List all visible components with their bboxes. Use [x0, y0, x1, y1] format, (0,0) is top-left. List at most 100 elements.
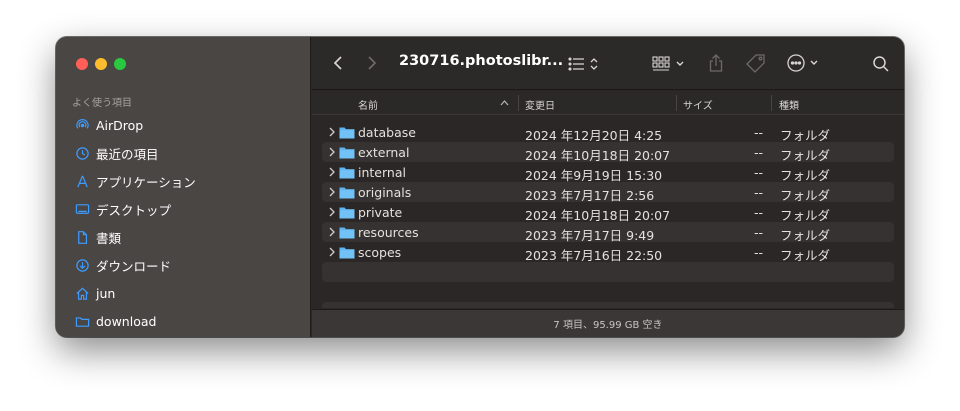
sidebar-item-label: jun — [96, 285, 116, 301]
share-icon — [709, 54, 723, 72]
column-divider — [676, 95, 677, 111]
file-name: private — [358, 205, 403, 220]
column-divider — [771, 95, 772, 111]
file-size: -- — [754, 165, 764, 180]
download-icon — [74, 257, 90, 273]
view-mode-button[interactable] — [568, 54, 604, 74]
finder-window: よく使う項目 AirDrop 最近の項目 アプリケーション デスクトップ 書類 … — [56, 37, 904, 337]
minimize-button[interactable] — [95, 58, 107, 70]
empty-row — [322, 302, 894, 308]
sidebar-item-airdrop[interactable]: AirDrop — [56, 111, 311, 139]
sidebar-item-home[interactable]: jun — [56, 279, 311, 307]
file-size: -- — [754, 225, 764, 240]
tag-button[interactable] — [744, 52, 768, 74]
file-name: database — [358, 125, 416, 140]
table-row[interactable]: private 2024 年10月18日 20:07 -- フォルダ — [322, 202, 894, 223]
zoom-button[interactable] — [114, 58, 126, 70]
sort-ascending-icon — [499, 97, 509, 107]
search-icon — [873, 56, 889, 72]
sidebar-section-favorites: よく使う項目 — [72, 98, 132, 109]
file-name: resources — [358, 225, 419, 240]
file-size: -- — [754, 145, 764, 160]
file-name: scopes — [358, 245, 402, 260]
column-date-header[interactable]: 変更日 — [525, 97, 555, 112]
grid-icon — [652, 56, 684, 71]
folder-icon — [339, 147, 355, 159]
home-icon — [74, 285, 90, 301]
disclosure-chevron-icon[interactable] — [327, 226, 337, 238]
file-name: internal — [358, 165, 406, 180]
file-name: external — [358, 145, 410, 160]
table-row[interactable]: resources 2023 年7月17日 9:49 -- フォルダ — [322, 222, 894, 243]
desktop-icon — [74, 201, 90, 217]
forward-button[interactable] — [364, 53, 380, 73]
clock-icon — [74, 145, 90, 161]
file-name: originals — [358, 185, 412, 200]
sidebar-item-label: アプリケーション — [96, 174, 196, 190]
file-size: -- — [754, 245, 764, 260]
sidebar-item-label: download — [96, 313, 157, 329]
close-button[interactable] — [76, 58, 88, 70]
folder-icon — [74, 313, 90, 329]
window-controls — [76, 58, 126, 70]
status-text: 7 項目、95.99 GB 空き — [553, 320, 663, 331]
action-menu-button[interactable] — [786, 52, 824, 74]
column-name-header[interactable]: 名前 — [358, 97, 378, 112]
folder-icon — [339, 127, 355, 139]
status-bar: 7 項目、95.99 GB 空き — [312, 309, 904, 337]
ellipsis-circle-icon — [787, 54, 818, 72]
column-divider — [518, 95, 519, 111]
empty-row — [322, 262, 894, 282]
share-button[interactable] — [706, 52, 726, 74]
sidebar-item-applications[interactable]: アプリケーション — [56, 167, 311, 195]
table-row[interactable]: external 2024 年10月18日 20:07 -- フォルダ — [322, 142, 894, 163]
folder-icon — [339, 227, 355, 239]
folder-icon — [339, 187, 355, 199]
document-icon — [74, 229, 90, 245]
airdrop-icon — [74, 117, 90, 133]
disclosure-chevron-icon[interactable] — [327, 146, 337, 158]
folder-icon — [339, 207, 355, 219]
sidebar-item-label: 書類 — [96, 230, 122, 246]
applications-icon — [74, 173, 90, 189]
sidebar: よく使う項目 AirDrop 最近の項目 アプリケーション デスクトップ 書類 … — [56, 37, 311, 337]
disclosure-chevron-icon[interactable] — [327, 166, 337, 178]
file-size: -- — [754, 125, 764, 140]
sidebar-item-label: AirDrop — [96, 117, 144, 133]
column-kind-header[interactable]: 種類 — [779, 97, 799, 112]
sidebar-item-recents[interactable]: 最近の項目 — [56, 139, 311, 167]
disclosure-chevron-icon[interactable] — [327, 206, 337, 218]
column-size-header[interactable]: サイズ — [683, 97, 713, 112]
sidebar-item-downloads[interactable]: ダウンロード — [56, 251, 311, 279]
chevron-left-icon — [333, 56, 342, 70]
file-date: 2023 年7月16日 22:50 — [525, 248, 663, 263]
folder-icon — [339, 247, 355, 259]
group-button[interactable] — [652, 54, 688, 74]
sidebar-item-documents[interactable]: 書類 — [56, 223, 311, 251]
file-list: database 2024 年12月20日 4:25 -- フォルダ exter… — [322, 122, 894, 282]
toolbar: 230716.photoslibr... — [312, 37, 904, 90]
sidebar-item-label: 最近の項目 — [96, 146, 159, 162]
file-size: -- — [754, 185, 764, 200]
chevron-right-icon — [368, 56, 377, 70]
table-row[interactable]: originals 2023 年7月17日 2:56 -- フォルダ — [322, 182, 894, 203]
column-header: 名前 変更日 サイズ 種類 — [312, 91, 904, 115]
sidebar-list: AirDrop 最近の項目 アプリケーション デスクトップ 書類 ダウンロード … — [56, 111, 311, 335]
sidebar-item-label: デスクトップ — [96, 202, 172, 218]
table-row[interactable]: scopes 2023 年7月16日 22:50 -- フォルダ — [322, 242, 894, 263]
disclosure-chevron-icon[interactable] — [327, 186, 337, 198]
sidebar-item-desktop[interactable]: デスクトップ — [56, 195, 311, 223]
main-content: 230716.photoslibr... 名前 変更日 サイズ 種類 datab… — [312, 37, 904, 337]
sidebar-item-download-folder[interactable]: download — [56, 307, 311, 335]
folder-icon — [339, 167, 355, 179]
back-button[interactable] — [330, 53, 346, 73]
list-view-icon — [568, 57, 598, 71]
table-row[interactable]: database 2024 年12月20日 4:25 -- フォルダ — [322, 122, 894, 143]
sidebar-item-label: ダウンロード — [96, 258, 172, 274]
disclosure-chevron-icon[interactable] — [327, 126, 337, 138]
table-row[interactable]: internal 2024 年9月19日 15:30 -- フォルダ — [322, 162, 894, 183]
disclosure-chevron-icon[interactable] — [327, 246, 337, 258]
file-size: -- — [754, 205, 764, 220]
window-title: 230716.photoslibr... — [399, 53, 564, 69]
search-button[interactable] — [870, 53, 892, 75]
